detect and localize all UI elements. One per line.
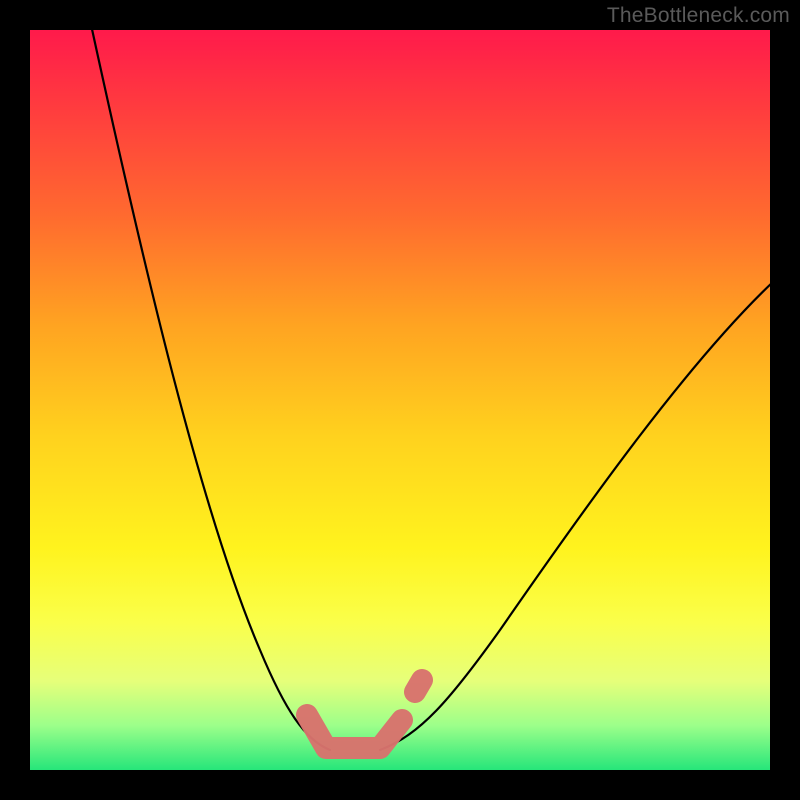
chart-frame: TheBottleneck.com	[0, 0, 800, 800]
watermark-text: TheBottleneck.com	[607, 4, 790, 28]
bottleneck-curve-left	[90, 20, 330, 750]
curve-svg	[30, 30, 770, 770]
plot-area	[30, 30, 770, 770]
bottleneck-curve-right	[380, 280, 775, 750]
